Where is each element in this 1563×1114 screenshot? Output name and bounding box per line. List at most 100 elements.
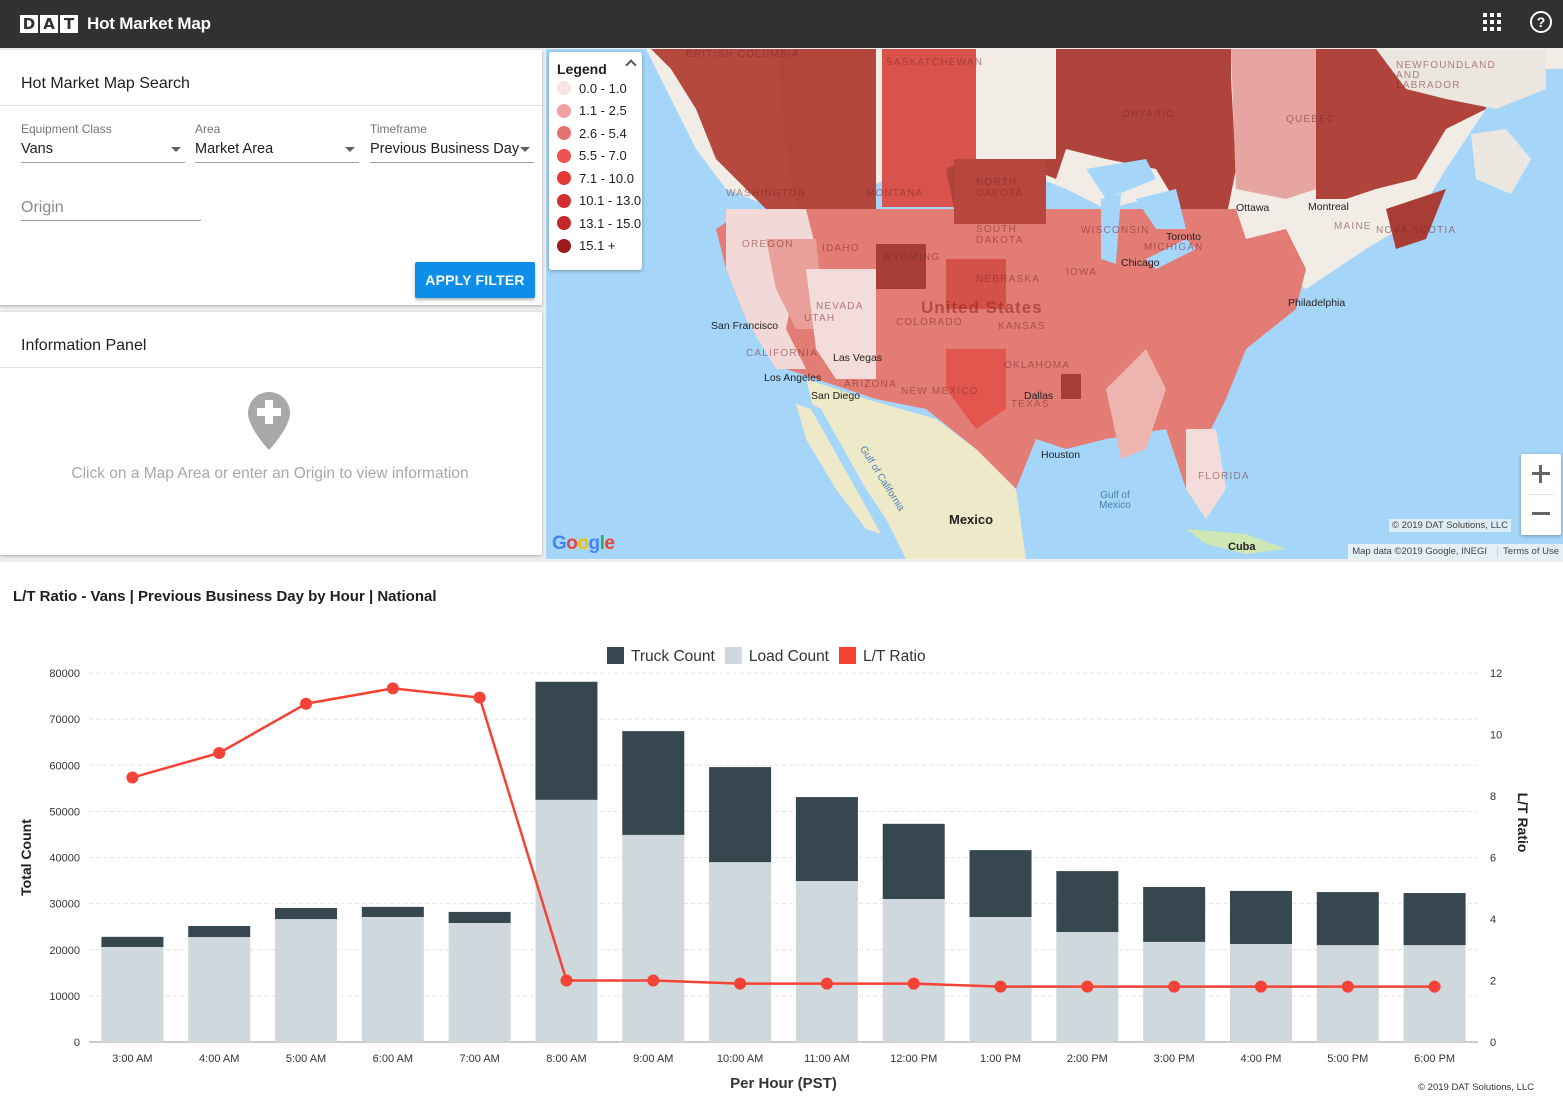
region-newfoundland [1471,129,1531,194]
bar-load-count [1229,943,1292,1042]
bar-truck-count [101,936,164,947]
region-label: NEBRASKA [976,274,1041,285]
y-tick-label: 40000 [49,853,80,865]
logo-letter: D [20,15,38,33]
region-label: WYOMING [882,252,941,263]
region-label: WASHINGTON [726,188,807,199]
legend-label: 1.1 - 2.5 [579,103,627,119]
bar-truck-count [448,911,511,923]
legend-swatch [607,647,624,664]
equipment-class-select[interactable]: Vans [21,141,185,163]
x-tick-label: 5:00 AM [286,1053,326,1065]
lt-ratio-point [126,771,139,784]
region-label: WISCONSIN [1081,225,1150,236]
region-label: MICHIGAN [1144,242,1204,253]
legend-label: 5.5 - 7.0 [579,148,627,164]
equipment-class-value: Vans [21,141,53,157]
region-label: COLORADO [896,317,963,328]
bar-load-count [448,922,511,1042]
lt-ratio-point [213,746,226,759]
y2-tick-label: 10 [1490,730,1502,742]
timeframe-select[interactable]: Previous Business Day [370,141,534,163]
hot-market-map[interactable]: Legend 0.0 - 1.0 1.1 - 2.5 2.6 - 5.4 5.5… [546,49,1563,559]
legend-swatch [557,126,571,141]
app-title: Hot Market Map [87,14,211,33]
bar-truck-count [795,797,858,882]
bar-load-count [275,919,338,1042]
y2-tick-label: 2 [1490,976,1496,988]
legend-item: 10.1 - 13.0 [557,190,642,213]
legend-label: Truck Count [631,648,716,665]
lt-ratio-point [734,977,747,990]
city-label: Dallas [1024,390,1054,402]
region-hotspot-arkansas[interactable] [1061,374,1081,399]
bar-truck-count [1229,890,1292,944]
legend-swatch [557,103,571,118]
legend-swatch [557,148,571,163]
lt-ratio-point [473,691,486,704]
lt-ratio-chart: 0 10000 20000 30000 40000 50000 60000 70000 8000… [18,647,1531,1092]
lt-ratio-point [560,974,573,987]
lt-ratio-point [1081,980,1094,993]
region-wyoming-hotspot[interactable] [876,244,926,289]
bar-truck-count [188,925,251,938]
help-icon[interactable]: ? [1530,11,1552,33]
region-label: ONTARIO [1122,109,1176,120]
dropdown-arrow-icon [345,147,355,152]
x-tick-label: 1:00 PM [980,1053,1021,1065]
bar-truck-count [882,823,945,900]
city-label: Chicago [1121,257,1160,269]
x-tick-label: 9:00 AM [633,1053,673,1065]
x-axis-title: Per Hour (PST) [730,1075,837,1092]
zoom-in-button[interactable] [1521,454,1561,494]
bar-load-count [535,799,598,1042]
region-label: UTAH [804,313,836,324]
legend-item: 7.1 - 10.0 [557,167,642,190]
zoom-out-button[interactable] [1521,494,1561,534]
map-data-credit: Map data ©2019 Google, INEGI [1352,546,1488,557]
google-logo[interactable]: Google [552,533,615,555]
dropdown-arrow-icon [171,147,181,152]
legend-label: L/T Ratio [863,648,926,665]
legend-swatch [557,216,571,231]
apps-grid-icon[interactable] [1483,13,1501,31]
y-tick-label: 0 [74,1037,80,1049]
y-tick-label: 80000 [49,668,80,680]
x-tick-label: 8:00 AM [546,1053,586,1065]
apply-filter-button[interactable]: APPLY FILTER [415,262,535,298]
city-label: Los Angeles [764,372,822,384]
add-location-pin-icon [248,392,290,450]
information-panel: Information Panel Click on a Map Area or… [0,312,542,555]
origin-input[interactable] [21,199,201,217]
area-select[interactable]: Market Area [195,141,359,163]
logo-letter: A [40,15,58,33]
legend-label: 13.1 - 15.0 [579,215,642,231]
legend-swatch [839,647,856,664]
map-canvas[interactable] [546,49,1563,559]
city-label: Toronto [1166,231,1202,243]
terms-of-use-link[interactable]: Terms of Use [1497,546,1559,557]
y2-tick-label: 8 [1490,791,1496,803]
bar-load-count [188,937,251,1042]
region-label: NEW MEXICO [901,386,979,397]
region-label: IOWA [1066,267,1098,278]
legend-swatch [557,81,571,96]
minus-icon [1532,512,1550,515]
water-label: Gulf of Mexico [1099,490,1131,511]
y-tick-label: 30000 [49,899,80,911]
lt-ratio-point [1428,980,1441,993]
bar-load-count [969,917,1032,1042]
region-label: OKLAHOMA [1004,360,1071,371]
legend-label: 0.0 - 1.0 [579,80,627,96]
x-tick-label: 10:00 AM [717,1053,763,1065]
legend-swatch [557,193,571,208]
bar-load-count [1403,945,1466,1042]
city-label: Philadelphia [1288,297,1346,309]
lt-ratio-point [1254,980,1267,993]
x-tick-label: 3:00 AM [112,1053,152,1065]
region-label: ARIZONA [844,379,897,390]
bar-load-count [361,917,424,1042]
x-tick-label: 12:00 PM [890,1053,937,1065]
bar-truck-count [361,906,424,918]
country-label: Cuba [1228,541,1256,553]
